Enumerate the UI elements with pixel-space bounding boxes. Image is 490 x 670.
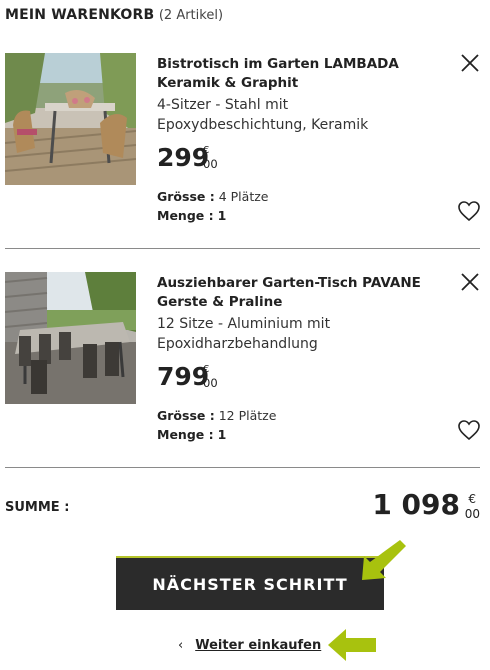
price-currency: € (203, 145, 210, 156)
product-meta: Grösse : 4 Plätze Menge : 1 (157, 187, 427, 225)
chevron-left-icon: ‹ (178, 638, 184, 653)
product-info: Ausziehbarer Garten-Tisch PAVANE Gerste … (157, 274, 427, 444)
size-value: 12 Plätze (218, 408, 277, 423)
size-label: Grösse : (157, 189, 215, 204)
continue-shopping-link[interactable]: ‹ Weiter einkaufen (178, 638, 321, 653)
item-divider (5, 248, 480, 249)
next-step-button[interactable]: NÄCHSTER SCHRITT (116, 556, 384, 610)
product-description: 12 Sitze - Aluminium mit Epoxidharzbehan… (157, 316, 331, 352)
total-label: SUMME : (5, 500, 70, 515)
quantity-label: Menge : (157, 208, 214, 223)
continue-shopping-label[interactable]: Weiter einkaufen (195, 638, 321, 653)
quantity-row: Menge : 1 (157, 206, 427, 225)
size-row: Grösse : 4 Plätze (157, 187, 427, 206)
cart-title: MEIN WARENKORB (5, 7, 155, 23)
close-icon (461, 273, 479, 291)
cart-item-count: (2 Artikel) (158, 8, 224, 23)
product-image[interactable] (5, 272, 136, 404)
price-currency: € (203, 364, 210, 375)
heart-icon (458, 420, 480, 441)
total-cents: 00 (464, 507, 480, 521)
size-row: Grösse : 12 Plätze (157, 406, 427, 425)
price-integer: 299 (157, 143, 210, 172)
product-price: 299 €00 (157, 143, 427, 175)
size-label: Grösse : (157, 408, 215, 423)
quantity-label: Menge : (157, 427, 214, 442)
extendable-garden-table-photo (5, 272, 136, 404)
remove-item-button[interactable] (459, 52, 481, 74)
quantity-value: 1 (217, 208, 227, 223)
wishlist-button[interactable] (457, 200, 481, 222)
pointer-arrow-icon (362, 540, 406, 580)
total-price: 1 098 € 00 (370, 487, 480, 523)
total-integer: 1 098 (372, 488, 460, 521)
product-meta: Grösse : 12 Plätze Menge : 1 (157, 406, 427, 444)
pointer-arrow-icon (328, 629, 376, 661)
cart-header: MEIN WARENKORB (2 Artikel) (5, 7, 223, 23)
close-icon (461, 54, 479, 72)
heart-icon (458, 201, 480, 222)
remove-item-button[interactable] (459, 271, 481, 293)
quantity-row: Menge : 1 (157, 425, 427, 444)
price-cents: 00 (203, 157, 218, 171)
total-currency: € (468, 492, 476, 506)
size-value: 4 Plätze (218, 189, 269, 204)
price-cents: 00 (203, 376, 218, 390)
product-name[interactable]: Bistrotisch im Garten LAMBADA Keramik & … (157, 55, 427, 93)
product-name[interactable]: Ausziehbarer Garten-Tisch PAVANE Gerste … (157, 274, 427, 312)
product-description: 4-Sitzer - Stahl mit Epoxydbeschichtung,… (157, 97, 369, 133)
wishlist-button[interactable] (457, 419, 481, 441)
product-image[interactable] (5, 53, 136, 185)
summary-divider (5, 467, 480, 468)
garden-bistro-table-photo (5, 53, 136, 185)
cart-item: Bistrotisch im Garten LAMBADA Keramik & … (0, 50, 490, 250)
price-integer: 799 (157, 362, 210, 391)
product-price: 799 €00 (157, 362, 427, 394)
cart-item: Ausziehbarer Garten-Tisch PAVANE Gerste … (0, 269, 490, 469)
product-info: Bistrotisch im Garten LAMBADA Keramik & … (157, 55, 427, 225)
quantity-value: 1 (217, 427, 227, 442)
